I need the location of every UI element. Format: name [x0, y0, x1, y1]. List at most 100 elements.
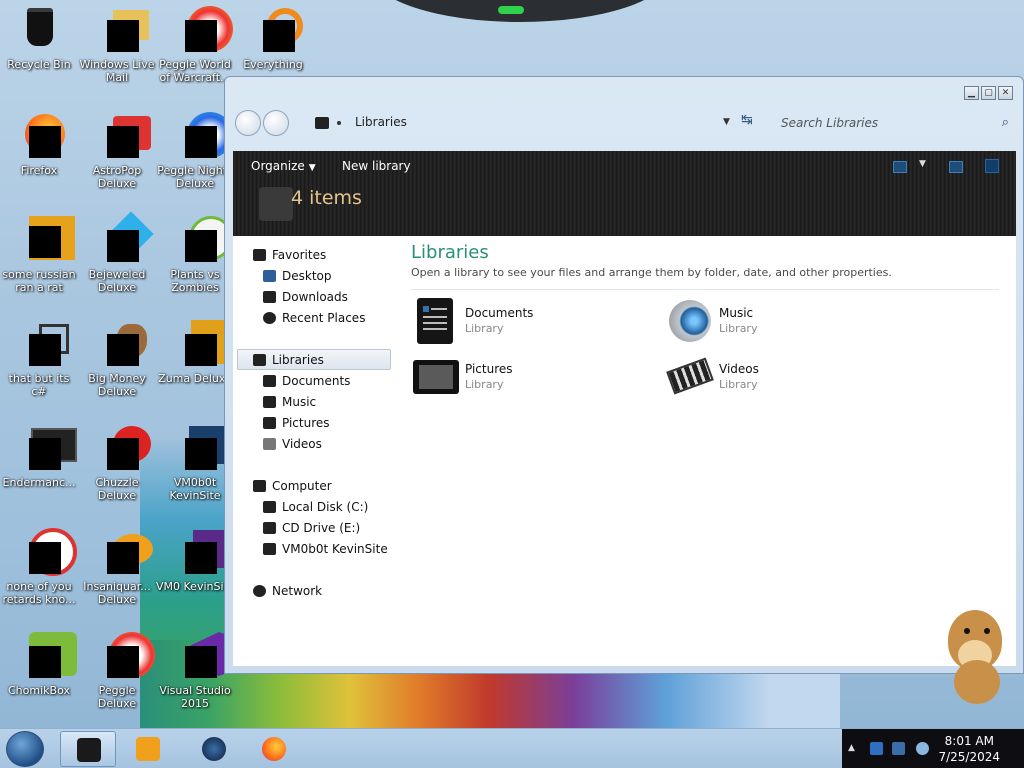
- new-library-button[interactable]: New library: [342, 159, 411, 173]
- nav-music[interactable]: Music: [263, 393, 316, 411]
- library-name: Videos: [719, 362, 759, 376]
- refresh-icon[interactable]: ↹: [741, 112, 753, 128]
- library-documents[interactable]: Documents Library: [411, 298, 651, 346]
- desktop-icon-endermanc[interactable]: Endermanc...: [0, 424, 78, 489]
- music-icon: [263, 396, 276, 408]
- nav-pictures[interactable]: Pictures: [263, 414, 330, 432]
- explorer-icon: [77, 738, 101, 762]
- cd-drive-icon: [263, 522, 276, 534]
- desktop-icon-vm0-kevinsite[interactable]: VM0 KevinSi...: [156, 528, 234, 593]
- desktop-icon-zuma[interactable]: Zuma Deluxe: [156, 320, 234, 385]
- desktop-icon-label: Chuzzle Deluxe: [95, 476, 139, 502]
- address-dropdown-icon[interactable]: ▼: [723, 117, 730, 127]
- page-subtitle: Open a library to see your files and arr…: [411, 266, 892, 279]
- network-icon: [253, 585, 266, 597]
- desktop-icon: [263, 270, 276, 282]
- media-player-icon: [136, 737, 160, 761]
- taskbar-firefox[interactable]: [246, 731, 302, 767]
- start-button[interactable]: [6, 731, 44, 767]
- nav-vm-site[interactable]: VM0b0t KevinSite: [263, 540, 388, 558]
- desktop-icon-insaniquarium[interactable]: Insaniquar... Deluxe: [78, 528, 156, 606]
- clock-time[interactable]: 8:01 AM: [945, 734, 994, 748]
- desktop-icon-visual-studio[interactable]: Visual Studio 2015: [156, 632, 234, 710]
- library-music[interactable]: Music Library: [665, 298, 905, 346]
- videos-library-icon: [665, 354, 714, 398]
- organize-button[interactable]: Organize ▼: [251, 159, 316, 173]
- desktop-icon-chomikbox[interactable]: ChomikBox: [0, 632, 78, 697]
- libraries-pane: Libraries Open a library to see your fil…: [411, 236, 1016, 666]
- search-icon[interactable]: ⌕: [1002, 115, 1009, 130]
- desktop-icon-chuzzle[interactable]: Chuzzle Deluxe: [78, 424, 156, 502]
- change-view-icon[interactable]: [893, 161, 907, 173]
- desktop-icon-recycle-bin[interactable]: Recycle Bin: [0, 6, 78, 71]
- nav-computer[interactable]: Computer: [253, 477, 332, 495]
- desktop-icon-vm0b0t-kevinsite[interactable]: VM0b0t KevinSite: [156, 424, 234, 502]
- back-button[interactable]: [235, 110, 261, 136]
- nav-favorites[interactable]: Favorites: [253, 246, 326, 264]
- nav-label: Documents: [282, 374, 351, 388]
- address-bar[interactable]: Libraries: [305, 111, 775, 135]
- desktop-icon-label: VM0 KevinSi...: [156, 580, 235, 593]
- taskbar-media-player[interactable]: [120, 731, 176, 767]
- desktop-icon-firefox[interactable]: Firefox: [0, 112, 78, 177]
- desktop-icon-peggle-deluxe[interactable]: Peggle Deluxe: [78, 632, 156, 710]
- desktop-icon-none-of-you[interactable]: none of you retards kno...: [0, 528, 78, 606]
- close-button[interactable]: ✕: [998, 86, 1013, 100]
- desktop-icon-everything[interactable]: Everything: [234, 6, 312, 71]
- search-input[interactable]: [775, 111, 1015, 135]
- nav-libraries[interactable]: Libraries: [253, 351, 324, 369]
- nav-downloads[interactable]: Downloads: [263, 288, 348, 306]
- minimize-button[interactable]: ▁: [964, 86, 979, 100]
- taskbar-globe-app[interactable]: [186, 731, 242, 767]
- nav-local-disk[interactable]: Local Disk (C:): [263, 498, 368, 516]
- help-icon[interactable]: [985, 159, 999, 173]
- forward-button[interactable]: [263, 110, 289, 136]
- app-icon: [15, 528, 77, 576]
- content-area: Favorites Desktop Downloads Recent Place…: [233, 236, 1016, 666]
- clock-date[interactable]: 7/25/2024: [938, 750, 1000, 764]
- nav-videos[interactable]: Videos: [263, 435, 322, 453]
- desktop-icon-peggle-wow[interactable]: Peggle World of Warcraft...: [156, 6, 234, 84]
- library-name: Pictures: [465, 362, 513, 376]
- tray-app-icon[interactable]: [870, 742, 883, 755]
- library-videos[interactable]: Videos Library: [665, 354, 905, 402]
- command-bar: Organize ▼ New library ▼ 4 items: [233, 151, 1016, 236]
- navigation-pane: Favorites Desktop Downloads Recent Place…: [233, 236, 401, 666]
- nav-desktop[interactable]: Desktop: [263, 267, 332, 285]
- nav-label: Videos: [282, 437, 322, 451]
- volume-icon[interactable]: [916, 742, 929, 755]
- libraries-large-icon: [259, 187, 293, 221]
- nav-cd-drive[interactable]: CD Drive (E:): [263, 519, 360, 537]
- desktop-icon-label: Windows Live Mail: [79, 58, 155, 84]
- desktop-icon-label: Recycle Bin: [7, 58, 71, 71]
- desktop-icon-astropop[interactable]: AstroPop Deluxe: [78, 112, 156, 190]
- library-type: Library: [465, 322, 504, 335]
- breadcrumb[interactable]: Libraries: [355, 115, 407, 129]
- desktop-icon-label: VM0b0t KevinSite: [169, 476, 221, 502]
- desktop-icon-some-russian[interactable]: some russian ran a rat: [0, 216, 78, 294]
- taskbar-explorer[interactable]: [60, 731, 116, 767]
- desktop-icon-label: Insaniquar... Deluxe: [83, 580, 151, 606]
- tray-overflow-chevron-icon[interactable]: ▲: [848, 743, 855, 753]
- nav-recent-places[interactable]: Recent Places: [263, 309, 365, 327]
- desktop-icon-bejeweled[interactable]: Bejeweled Deluxe: [78, 211, 156, 294]
- library-name: Documents: [465, 306, 534, 320]
- desktop-icon-windows-live-mail[interactable]: Windows Live Mail: [78, 6, 156, 84]
- library-type: Library: [465, 378, 504, 391]
- app-icon: [93, 632, 155, 680]
- nav-label: Downloads: [282, 290, 348, 304]
- nav-label: Desktop: [282, 269, 332, 283]
- maximize-button[interactable]: ▢: [981, 86, 996, 100]
- preview-pane-icon[interactable]: [949, 161, 963, 173]
- flower-icon: [171, 216, 233, 264]
- nav-label: Computer: [272, 479, 332, 493]
- network-status-icon[interactable]: [892, 742, 905, 755]
- desktop-icon-plants-vs-zombies[interactable]: Plants vs Zombies: [156, 216, 234, 294]
- desktop-icon-peggle-nights[interactable]: Peggle Nights Deluxe: [156, 112, 234, 190]
- library-pictures[interactable]: Pictures Library: [411, 354, 651, 402]
- view-options-chevron-icon[interactable]: ▼: [919, 159, 926, 169]
- nav-documents[interactable]: Documents: [263, 372, 350, 390]
- nav-network[interactable]: Network: [253, 582, 322, 600]
- desktop-icon-big-money[interactable]: Big Money Deluxe: [78, 320, 156, 398]
- desktop-icon-that-but-its-csharp[interactable]: that but its c#: [0, 320, 78, 398]
